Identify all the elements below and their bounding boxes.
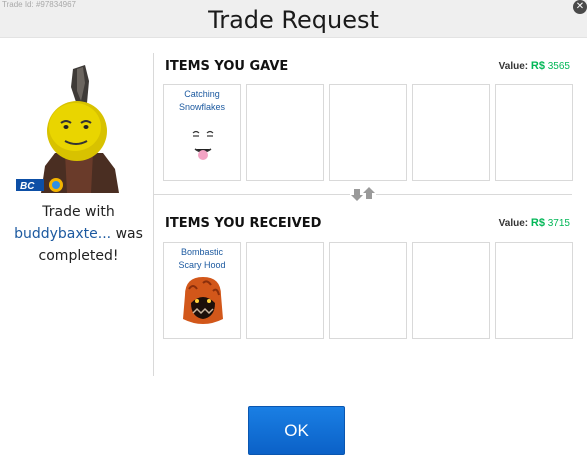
gave-item-slot-empty (329, 84, 407, 181)
gave-value-amount: 3565 (547, 61, 570, 72)
received-item-slot[interactable]: Bombastic Scary Hood (163, 242, 241, 339)
bc-label: BC (20, 181, 35, 192)
trade-status-message: Trade with buddybaxte... was completed! (0, 201, 157, 267)
received-item-slot-empty (412, 242, 490, 339)
gave-item-slots: Catching Snowflakes (163, 84, 573, 181)
builders-club-badge: BC (16, 178, 74, 192)
robux-icon: R$ (530, 60, 545, 72)
item-name[interactable]: Bombastic Scary Hood (164, 246, 240, 272)
received-value-label: Value: (498, 218, 529, 229)
vertical-divider (153, 53, 154, 376)
gave-value: Value: R$ 3565 (499, 60, 570, 72)
gave-item-slot-empty (246, 84, 324, 181)
gave-item-slot-empty (412, 84, 490, 181)
gave-value-label: Value: (498, 61, 529, 72)
trade-msg-line3: completed! (38, 248, 119, 264)
received-item-slot-empty (329, 242, 407, 339)
avatar (15, 61, 130, 196)
scary-hood-icon (179, 273, 227, 331)
items-gave-title: ITEMS YOU GAVE (165, 59, 289, 74)
received-item-slots: Bombastic Scary Hood (163, 242, 573, 339)
trade-msg-line1: Trade with (42, 204, 115, 220)
received-item-slot-empty (495, 242, 573, 339)
gave-item-slot-empty (495, 84, 573, 181)
close-icon: ✕ (575, 1, 585, 12)
robux-icon: R$ (530, 217, 545, 229)
trade-msg-was: was (115, 226, 143, 242)
trader-username-link[interactable]: buddybaxte... (14, 226, 111, 242)
ok-button[interactable]: OK (248, 406, 345, 455)
snowflake-face-icon (181, 117, 225, 173)
items-received-title: ITEMS YOU RECEIVED (165, 216, 322, 231)
received-value: Value: R$ 3715 (499, 217, 570, 229)
gave-item-slot[interactable]: Catching Snowflakes (163, 84, 241, 181)
received-item-slot-empty (246, 242, 324, 339)
trade-msg-line2: buddybaxte... was (0, 223, 157, 245)
dialog-title: Trade Request (208, 6, 379, 34)
swap-arrows-icon (350, 186, 376, 202)
close-button[interactable]: ✕ (573, 0, 587, 14)
received-value-amount: 3715 (547, 218, 570, 229)
dialog-header: Trade Id: #97834967 Trade Request ✕ (0, 0, 587, 38)
item-name[interactable]: Catching Snowflakes (164, 88, 240, 114)
